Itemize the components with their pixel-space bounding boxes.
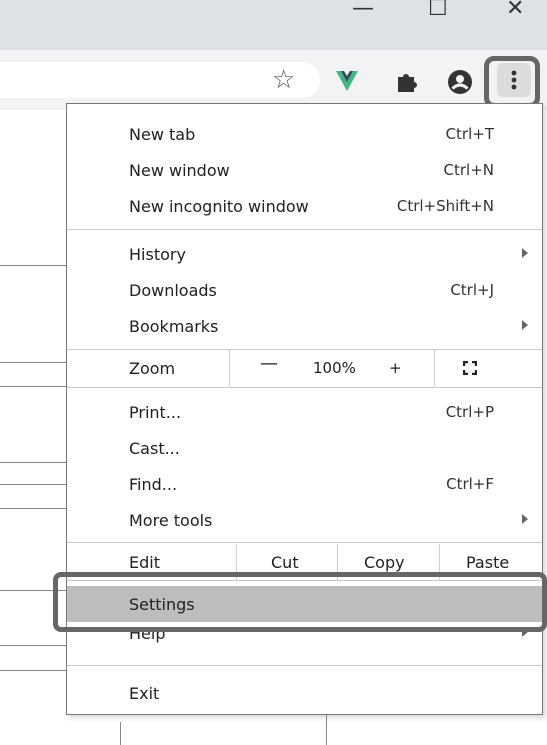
maximize-button[interactable]: ☐ (428, 0, 448, 30)
page-divider (0, 508, 66, 509)
title-bar: — ☐ ✕ (0, 0, 547, 50)
bookmark-star-icon[interactable]: ☆ (272, 67, 298, 93)
menu-item-new-tab[interactable]: New tab Ctrl+T (67, 116, 542, 152)
profile-icon[interactable] (446, 68, 472, 94)
page-divider (0, 362, 66, 363)
zoom-out-button[interactable]: — (260, 353, 278, 374)
extensions-puzzle-icon[interactable] (394, 68, 420, 94)
menu-separator (67, 542, 542, 543)
menu-item-print[interactable]: Print... Ctrl+P (67, 394, 542, 430)
page-divider (326, 713, 327, 745)
fullscreen-icon (463, 361, 477, 375)
page-divider (0, 484, 66, 485)
menu-item-more-tools[interactable]: More tools (67, 502, 542, 538)
page-divider (0, 386, 66, 387)
page-divider (0, 645, 66, 646)
zoom-in-button[interactable]: + (389, 359, 402, 377)
menu-separator (67, 665, 542, 666)
edit-label: Edit (129, 553, 160, 572)
zoom-label: Zoom (129, 359, 176, 378)
menu-item-history[interactable]: History (67, 236, 542, 272)
menu-button-highlight (484, 56, 540, 108)
submenu-arrow-icon (522, 248, 528, 258)
submenu-arrow-icon (522, 514, 528, 524)
menu-item-bookmarks[interactable]: Bookmarks (67, 308, 542, 344)
zoom-level: 100% (313, 359, 356, 377)
fullscreen-button[interactable] (434, 350, 543, 386)
menu-item-new-incognito-window[interactable]: New incognito window Ctrl+Shift+N (67, 188, 542, 224)
vue-devtools-icon[interactable] (334, 68, 360, 94)
page-divider (120, 722, 121, 745)
page-divider (0, 265, 66, 266)
browser-toolbar: ☆ (0, 50, 547, 110)
menu-item-exit[interactable]: Exit (67, 675, 542, 711)
submenu-arrow-icon (522, 320, 528, 330)
menu-item-cast[interactable]: Cast... (67, 430, 542, 466)
menu-separator (67, 387, 542, 388)
minimize-button[interactable]: — (352, 0, 374, 30)
page-divider (0, 670, 66, 671)
menu-item-find[interactable]: Find... Ctrl+F (67, 466, 542, 502)
menu-item-downloads[interactable]: Downloads Ctrl+J (67, 272, 542, 308)
close-window-button[interactable]: ✕ (506, 0, 524, 30)
menu-separator (67, 229, 542, 230)
settings-highlight (53, 572, 547, 632)
page-divider (0, 462, 66, 463)
zoom-row: Zoom — 100% + (67, 350, 542, 386)
menu-item-new-window[interactable]: New window Ctrl+N (67, 152, 542, 188)
